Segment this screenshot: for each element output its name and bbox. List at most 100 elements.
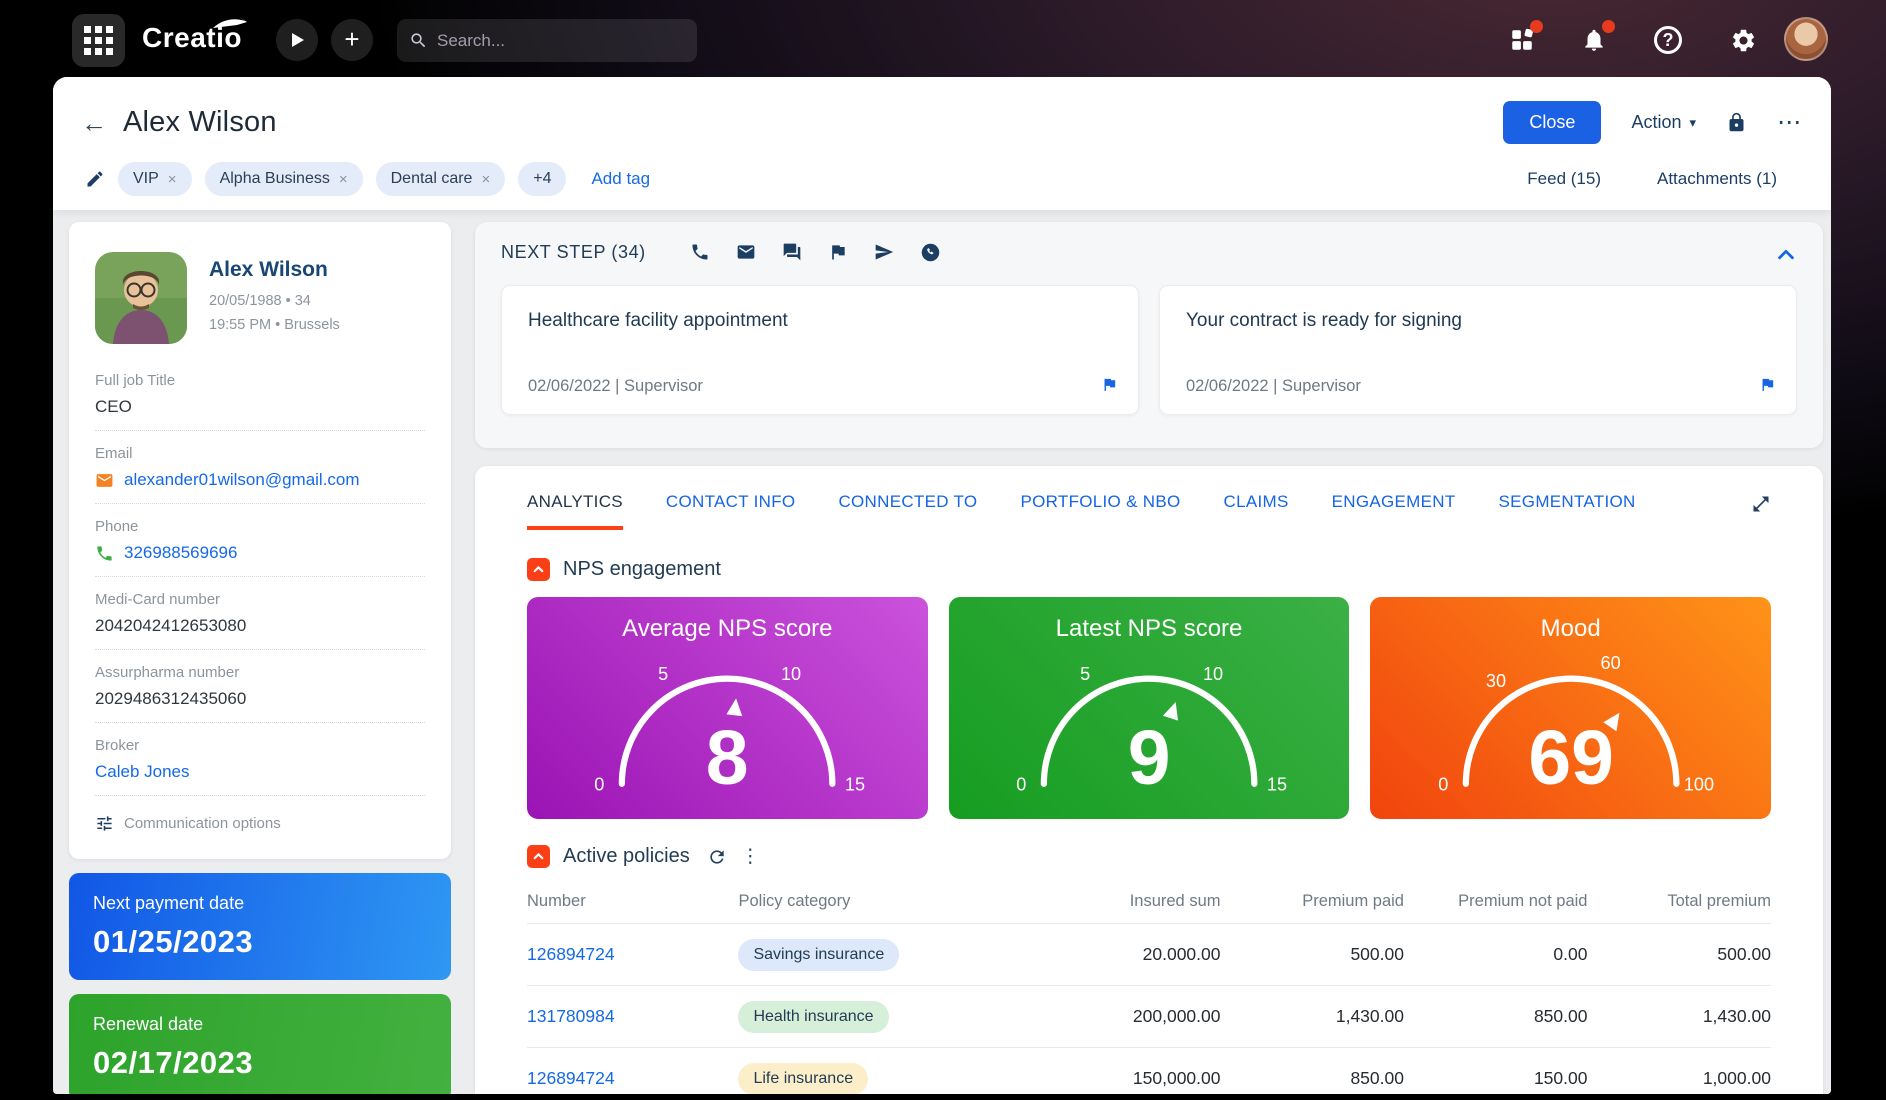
flag-icon[interactable] (1759, 376, 1776, 398)
email-link[interactable]: alexander01wilson@gmail.com (95, 470, 425, 490)
renewal-date-card[interactable]: Renewal date 02/17/2023 (69, 994, 451, 1094)
tab-portfolio-nbo[interactable]: PORTFOLIO & NBO (1020, 492, 1180, 526)
record-page: ← Alex Wilson Close Action ▾ ⋯ (53, 77, 1831, 1094)
feed-tab[interactable]: Feed (15) (1527, 169, 1601, 189)
svg-text:100: 100 (1683, 775, 1713, 795)
contact-birthdate: 20/05/1988 • 34 (209, 291, 340, 312)
whatsapp-icon[interactable] (920, 242, 941, 263)
policy-number-link[interactable]: 131780984 (527, 1006, 738, 1027)
notifications-button[interactable] (1578, 24, 1610, 56)
tab-engagement[interactable]: ENGAGEMENT (1332, 492, 1456, 526)
profile-card: Alex Wilson 20/05/1988 • 34 19:55 PM • B… (69, 222, 451, 859)
flag-icon[interactable] (1101, 376, 1118, 398)
search-icon (409, 31, 428, 50)
settings-button[interactable] (1727, 24, 1759, 56)
table-row[interactable]: 131780984 Health insurance 200,000.00 1,… (527, 986, 1771, 1048)
flag-icon[interactable] (828, 242, 848, 263)
lock-icon[interactable] (1726, 112, 1747, 133)
collapse-section-icon[interactable] (527, 845, 550, 868)
record-header: ← Alex Wilson Close Action ▾ ⋯ (53, 77, 1831, 210)
chat-icon[interactable] (782, 242, 802, 263)
profile-column: Alex Wilson 20/05/1988 • 34 19:55 PM • B… (69, 222, 451, 1094)
policies-section-header: Active policies ⋮ (527, 845, 1771, 868)
app-launcher-button[interactable] (72, 14, 125, 67)
quick-add-button[interactable]: + (331, 19, 373, 61)
help-button[interactable]: ? (1652, 24, 1684, 56)
call-icon[interactable] (690, 242, 710, 263)
page-title: Alex Wilson (123, 106, 277, 139)
collapse-section-icon[interactable] (527, 558, 550, 581)
svg-text:60: 60 (1600, 653, 1620, 673)
remove-tag-icon[interactable]: × (481, 171, 490, 188)
collapse-panel-icon[interactable] (1775, 244, 1797, 271)
gear-icon (1730, 27, 1757, 54)
communication-options-button[interactable]: Communication options (95, 796, 425, 839)
tab-contact-info[interactable]: CONTACT INFO (666, 492, 796, 526)
svg-text:10: 10 (1203, 664, 1223, 684)
action-dropdown[interactable]: Action ▾ (1631, 112, 1696, 133)
tag-overflow-chip[interactable]: +4 (518, 162, 566, 196)
process-run-button[interactable] (276, 19, 318, 61)
nps-gauges: Average NPS score0510158 Latest NPS scor… (527, 597, 1771, 819)
policies-table: Number Policy category Insured sum Premi… (527, 880, 1771, 1094)
svg-text:15: 15 (845, 775, 865, 795)
add-tag-button[interactable]: Add tag (591, 169, 650, 189)
policy-number-link[interactable]: 126894724 (527, 1068, 738, 1089)
remove-tag-icon[interactable]: × (339, 171, 348, 188)
tab-segmentation[interactable]: SEGMENTATION (1499, 492, 1636, 526)
send-icon[interactable] (874, 242, 894, 263)
next-step-panel: NEXT STEP (34) (475, 222, 1823, 448)
details-card: ANALYTICS CONTACT INFO CONNECTED TO PORT… (475, 466, 1823, 1094)
refresh-icon[interactable] (707, 847, 727, 867)
nps-section-header: NPS engagement (527, 558, 1771, 581)
email-icon[interactable] (736, 242, 756, 263)
tag-chip[interactable]: VIP× (118, 162, 192, 196)
marketplace-apps-button[interactable] (1506, 24, 1538, 56)
next-step-title: NEXT STEP (34) (501, 242, 646, 263)
broker-link[interactable]: Caleb Jones (95, 762, 425, 782)
phone-link[interactable]: 326988569696 (95, 543, 425, 563)
back-button[interactable]: ← (81, 110, 107, 136)
field-broker: Broker Caleb Jones (95, 723, 425, 796)
tag-chip[interactable]: Dental care× (376, 162, 506, 196)
tab-analytics[interactable]: ANALYTICS (527, 492, 623, 530)
tab-connected-to[interactable]: CONNECTED TO (838, 492, 977, 526)
gauge-average-nps: Average NPS score0510158 (527, 597, 928, 819)
more-options-button[interactable]: ⋯ (1777, 118, 1803, 128)
next-payment-card[interactable]: Next payment date 01/25/2023 (69, 873, 451, 980)
svg-text:0: 0 (1016, 775, 1026, 795)
svg-text:0: 0 (1438, 775, 1448, 795)
gauge-chart: 0306010069 (1424, 639, 1718, 811)
next-step-card[interactable]: Your contract is ready for signing 02/06… (1159, 285, 1797, 415)
policy-category-badge: Savings insurance (738, 939, 899, 971)
screen: Creatio + ? ← (0, 0, 1886, 1100)
table-header-row: Number Policy category Insured sum Premi… (527, 880, 1771, 924)
nps-section-title: NPS engagement (563, 558, 721, 581)
gauge-mood: Mood0306010069 (1370, 597, 1771, 819)
close-button[interactable]: Close (1503, 101, 1601, 144)
main-column: NEXT STEP (34) (475, 222, 1823, 1094)
contact-name: Alex Wilson (209, 258, 340, 282)
attachments-tab[interactable]: Attachments (1) (1657, 169, 1777, 189)
gauge-latest-nps: Latest NPS score0510159 (949, 597, 1350, 819)
logo-swoosh-icon (212, 16, 248, 30)
tag-chip[interactable]: Alpha Business× (205, 162, 363, 196)
next-step-card[interactable]: Healthcare facility appointment 02/06/20… (501, 285, 1139, 415)
expand-icon[interactable] (1751, 494, 1771, 519)
svg-text:30: 30 (1485, 671, 1505, 691)
policy-number-link[interactable]: 126894724 (527, 944, 738, 965)
edit-tags-icon[interactable] (85, 169, 105, 189)
field-medicard: Medi-Card number 2042042412653080 (95, 577, 425, 650)
record-content: Alex Wilson 20/05/1988 • 34 19:55 PM • B… (53, 210, 1831, 1094)
field-job-title: Full job Title CEO (95, 358, 425, 431)
global-search[interactable] (397, 19, 697, 62)
user-avatar[interactable] (1784, 17, 1828, 61)
kebab-menu-icon[interactable]: ⋮ (741, 847, 760, 866)
svg-text:5: 5 (658, 664, 668, 684)
search-input[interactable] (437, 31, 657, 51)
table-row[interactable]: 126894724 Life insurance 150,000.00 850.… (527, 1048, 1771, 1094)
table-row[interactable]: 126894724 Savings insurance 20.000.00 50… (527, 924, 1771, 986)
remove-tag-icon[interactable]: × (168, 171, 177, 188)
field-assurpharma: Assurpharma number 2029486312435060 (95, 650, 425, 723)
tab-claims[interactable]: CLAIMS (1224, 492, 1289, 526)
